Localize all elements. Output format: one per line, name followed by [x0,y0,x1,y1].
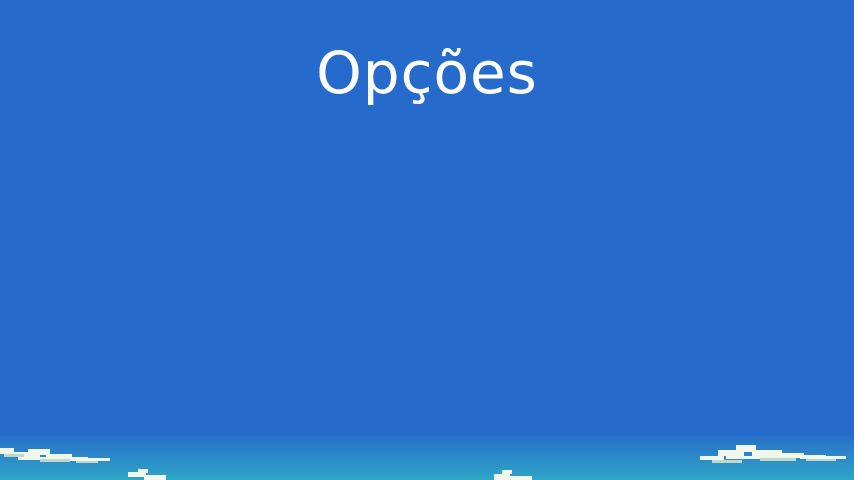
cloud-bottom-center [494,470,532,480]
pixel-clouds [0,445,846,480]
cloud-bottom-left [128,469,166,480]
cloud-right [700,445,846,460]
menu-background: Opções [0,0,854,480]
options-title: Opções [316,39,538,107]
